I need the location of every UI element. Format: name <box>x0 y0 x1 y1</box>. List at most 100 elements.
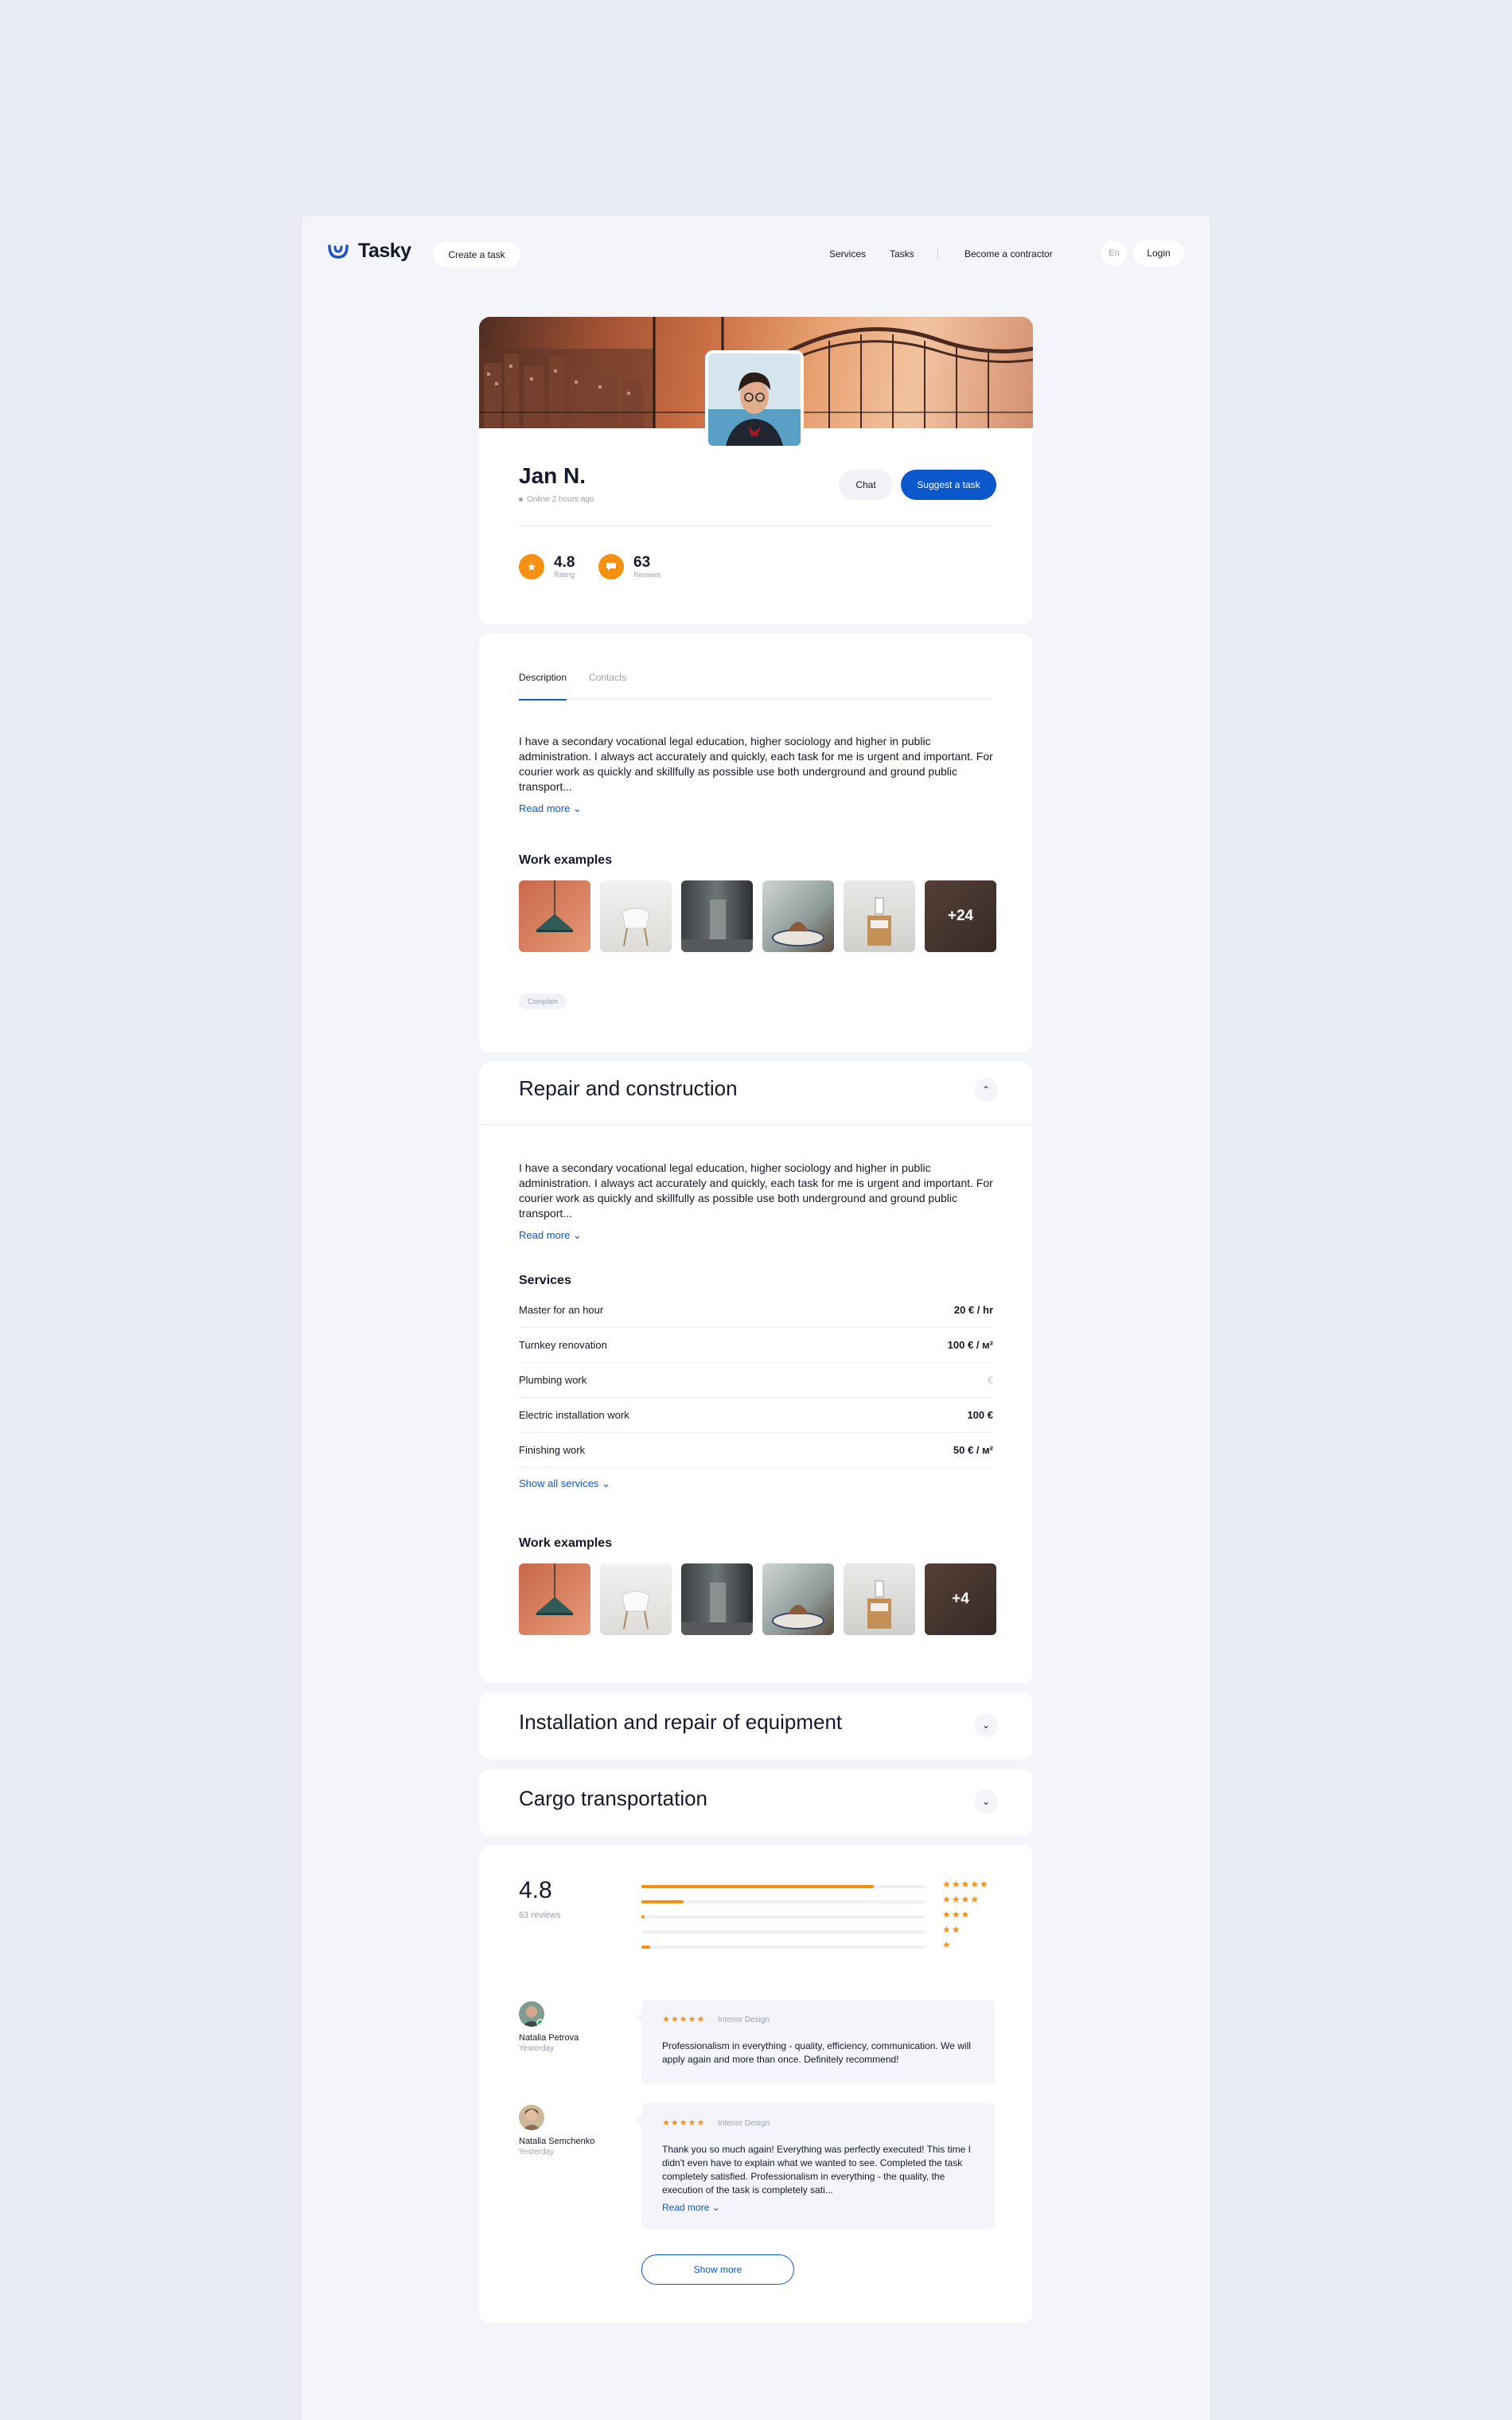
rating-bar-3 <box>641 1915 925 1918</box>
overall-rating: 4.8 <box>519 1877 552 1903</box>
section-title[interactable]: Cargo transportation <box>519 1786 707 1811</box>
tab-description[interactable]: Description <box>519 672 567 683</box>
service-name: Finishing work <box>519 1444 586 1456</box>
section-read-more[interactable]: Read more ⌄ <box>519 1229 582 1242</box>
service-name: Electric installation work <box>519 1409 629 1421</box>
review-stars: ★★★★★ <box>662 2118 706 2128</box>
online-status-text: Online 2 hours ago <box>527 495 594 504</box>
service-row: Turnkey renovation 100 € / м² <box>519 1328 993 1363</box>
nav-tasks[interactable]: Tasks <box>890 248 914 260</box>
suggest-task-button[interactable]: Suggest a task <box>901 470 996 500</box>
chevron-down-icon[interactable]: ⌄ <box>974 1790 998 1813</box>
complain-button[interactable]: Complain <box>519 993 567 1009</box>
review-bubble: ★★★★★ Interior Design Professionalism in… <box>635 2000 995 2084</box>
work-examples-title: Work examples <box>519 1536 613 1550</box>
section-title[interactable]: Installation and repair of equipment <box>519 1710 842 1735</box>
chevron-up-icon[interactable]: ⌃ <box>974 1078 998 1102</box>
work-example-thumbnail[interactable] <box>681 880 753 952</box>
review-read-more[interactable]: Read more ⌄ <box>662 2202 720 2213</box>
reviewer-name: Natalia Semchenko <box>519 2137 595 2146</box>
review-category: Interior Design <box>718 2016 770 2024</box>
description-read-more[interactable]: Read more ⌄ <box>519 802 582 815</box>
login-button[interactable]: Login <box>1133 240 1184 266</box>
more-photos-count: +24 <box>925 880 996 952</box>
stars-4-label: ★★★★ <box>942 1894 980 1905</box>
review-stars: ★★★★★ <box>662 2015 706 2024</box>
reviews-value: 63 <box>633 554 651 571</box>
service-row: Master for an hour 20 € / hr <box>519 1293 993 1328</box>
work-examples-gallery: +4 <box>519 1563 996 1635</box>
rating-bar-1 <box>641 1946 925 1949</box>
stars-1-label: ★ <box>942 1939 952 1950</box>
rating-stat: ★ 4.8 Rating <box>519 554 575 580</box>
work-example-thumbnail[interactable]: +4 <box>925 1563 996 1635</box>
chevron-down-icon[interactable]: ⌄ <box>974 1713 998 1737</box>
status-dot-icon <box>519 498 523 502</box>
work-example-thumbnail[interactable] <box>844 1563 915 1635</box>
work-examples-title: Work examples <box>519 853 613 867</box>
nav-services[interactable]: Services <box>829 248 866 260</box>
review-date: Yesterday <box>519 2148 555 2157</box>
service-row: Plumbing work € <box>519 1363 993 1398</box>
section-installation-repair[interactable]: Installation and repair of equipment ⌄ <box>479 1692 1033 1759</box>
online-status: Online 2 hours ago <box>519 495 594 504</box>
logo-text: Tasky <box>358 239 411 262</box>
tabs-divider <box>519 699 993 700</box>
nav-become-contractor[interactable]: Become a contractor <box>964 248 1053 260</box>
rating-bar-4 <box>641 1900 925 1903</box>
rating-bar-5 <box>641 1885 925 1888</box>
section-title[interactable]: Repair and construction <box>519 1076 738 1101</box>
top-navbar: Tasky Create a task Services Tasks Becom… <box>302 217 1210 293</box>
profile-name: Jan N. <box>519 463 586 488</box>
about-card: Description Contacts I have a secondary … <box>479 634 1033 1052</box>
section-cargo-transportation[interactable]: Cargo transportation ⌄ <box>479 1769 1033 1836</box>
reviews-stat: 63 Reviews <box>598 554 661 580</box>
review-text: Thank you so much again! Everything was … <box>662 2144 971 2196</box>
nav-separator <box>937 247 938 260</box>
service-price: 50 € / м² <box>953 1444 993 1456</box>
rating-bar-2 <box>641 1930 925 1934</box>
tab-contacts[interactable]: Contacts <box>589 672 626 683</box>
rating-bar-fill <box>641 1900 684 1903</box>
work-example-thumbnail[interactable] <box>519 1563 590 1635</box>
chat-button[interactable]: Chat <box>839 470 893 500</box>
work-example-thumbnail[interactable] <box>519 880 590 952</box>
rating-bar-fill <box>641 1915 645 1918</box>
service-price: € <box>987 1374 993 1386</box>
work-example-thumbnail[interactable] <box>762 1563 834 1635</box>
message-icon <box>598 554 624 580</box>
rating-bar-fill <box>641 1946 650 1949</box>
work-example-thumbnail[interactable] <box>844 880 915 952</box>
profile-avatar <box>705 350 804 449</box>
service-price: 20 € / hr <box>953 1304 993 1316</box>
service-name: Turnkey renovation <box>519 1339 607 1351</box>
show-more-reviews-button[interactable]: Show more <box>641 2254 794 2285</box>
rating-label: Rating <box>554 571 575 579</box>
work-example-thumbnail[interactable] <box>600 880 672 952</box>
create-task-button[interactable]: Create a task <box>433 242 520 267</box>
reviews-card: 4.8 63 reviews ★★★★★ ★★★★ ★★★ ★★ ★ Natal… <box>479 1845 1033 2323</box>
section-repair-construction: Repair and construction ⌃ I have a secon… <box>479 1062 1033 1683</box>
service-row: Electric installation work 100 € <box>519 1398 993 1433</box>
reviews-label: Reviews <box>633 571 661 579</box>
section-divider <box>479 1124 1033 1125</box>
work-example-thumbnail[interactable] <box>681 1563 753 1635</box>
stars-2-label: ★★ <box>942 1924 961 1935</box>
service-name: Plumbing work <box>519 1374 587 1386</box>
show-all-services-link[interactable]: Show all services ⌄ <box>519 1477 610 1490</box>
service-row: Finishing work 50 € / м² <box>519 1433 993 1468</box>
logo[interactable]: Tasky <box>326 239 411 263</box>
stars-5-label: ★★★★★ <box>942 1879 989 1890</box>
reviews-count: 63 reviews <box>519 1911 561 1920</box>
work-example-thumbnail[interactable] <box>762 880 834 952</box>
reviewer-name: Natalia Petrova <box>519 2033 579 2043</box>
service-price: 100 € <box>967 1409 993 1421</box>
work-example-thumbnail[interactable] <box>600 1563 672 1635</box>
profile-card: Jan N. Online 2 hours ago Chat Suggest a… <box>479 317 1033 624</box>
section-description: I have a secondary vocational legal educ… <box>519 1161 993 1220</box>
review-category: Interior Design <box>718 2119 770 2128</box>
reviewer-avatar <box>519 2105 544 2130</box>
language-switch[interactable]: En <box>1101 240 1127 266</box>
review-date: Yesterday <box>519 2044 555 2053</box>
work-example-thumbnail[interactable]: +24 <box>925 880 996 952</box>
